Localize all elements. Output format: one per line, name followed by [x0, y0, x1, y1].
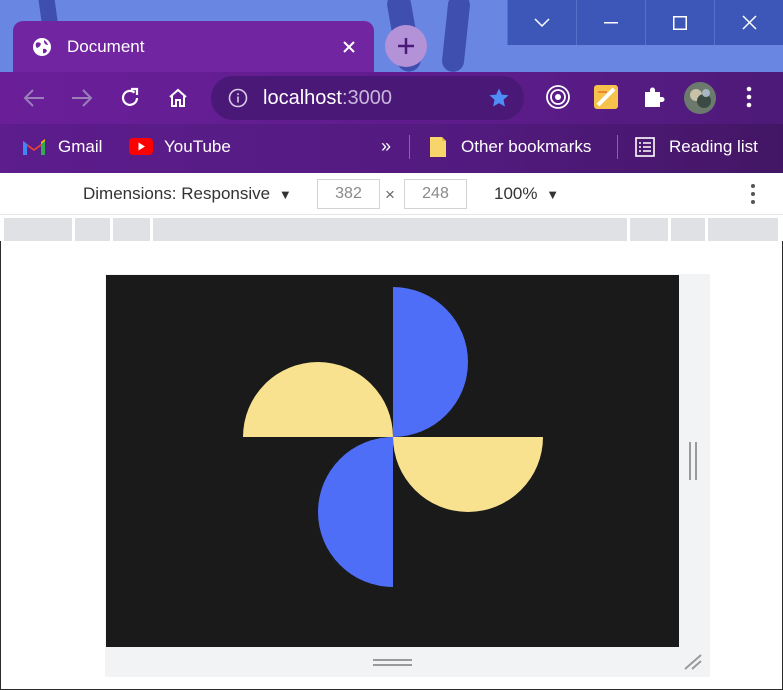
dropdown-arrow-icon: ▼: [278, 187, 292, 202]
ruler-segment[interactable]: [4, 218, 72, 241]
youtube-icon: [129, 138, 153, 155]
ruler-segment[interactable]: [153, 218, 627, 241]
times-sign: ×: [385, 185, 395, 204]
maximize-button[interactable]: [645, 0, 714, 45]
bookmark-star-icon[interactable]: [488, 87, 510, 109]
bookmark-gmail[interactable]: Gmail: [22, 124, 102, 169]
url-port: :3000: [341, 86, 392, 109]
minimize-button[interactable]: [576, 0, 645, 45]
kebab-menu-icon: [751, 184, 755, 204]
info-icon[interactable]: [228, 88, 248, 108]
kebab-menu-icon: [746, 86, 752, 108]
divider: [617, 135, 618, 159]
pinwheel-blade-bottom: [318, 437, 393, 587]
page-viewport: [106, 275, 679, 647]
back-button[interactable]: [20, 84, 48, 112]
plus-icon: [398, 38, 414, 54]
reading-list-label: Reading list: [669, 136, 758, 156]
gmail-icon: [23, 138, 45, 155]
home-icon: [169, 88, 187, 107]
other-bookmarks-label: Other bookmarks: [461, 136, 592, 156]
bookmarks-overflow-button[interactable]: »: [381, 124, 391, 169]
bookmarks-bar: Gmail YouTube » Other bookmarks Reading …: [0, 124, 783, 173]
reading-list-icon: [635, 136, 655, 157]
url-host: localhost: [263, 86, 342, 109]
dimensions-label: Dimensions: Responsive: [83, 184, 271, 203]
arrow-left-icon: [23, 89, 44, 107]
pinwheel-graphic: [243, 287, 543, 587]
broadcast-icon: [546, 85, 570, 109]
height-input[interactable]: 248: [404, 179, 467, 209]
divider: [409, 135, 410, 159]
dropdown-arrow-icon: ▼: [546, 187, 560, 202]
ruler-segment[interactable]: [708, 218, 778, 241]
other-bookmarks[interactable]: Other bookmarks: [428, 124, 591, 169]
extensions-button[interactable]: [641, 84, 667, 110]
address-bar[interactable]: localhost:3000: [211, 76, 524, 120]
pinwheel-blade-right: [393, 437, 543, 512]
folder-icon: [430, 136, 446, 157]
tab-title: Document: [67, 37, 145, 56]
close-icon: [741, 15, 757, 30]
resize-handle-bottom[interactable]: [373, 659, 412, 666]
pinwheel-blade-top: [393, 287, 468, 437]
bookmark-label: Gmail: [58, 136, 103, 156]
theme-decoration: [440, 0, 472, 72]
puzzle-icon: [645, 87, 665, 107]
notes-icon: [594, 85, 618, 109]
title-bar: Document: [0, 0, 783, 72]
resize-corner-icon[interactable]: [683, 653, 703, 671]
ruler-segment[interactable]: [75, 218, 110, 241]
avatar: [684, 82, 716, 114]
tab-search-button[interactable]: [507, 0, 576, 45]
resize-handle-right[interactable]: [689, 442, 697, 480]
globe-icon: [33, 38, 51, 56]
zoom-dropdown[interactable]: 100% ▼: [494, 184, 559, 204]
zoom-value: 100%: [494, 184, 538, 203]
media-query-ruler[interactable]: [4, 218, 780, 241]
profile-avatar[interactable]: [684, 82, 716, 114]
new-tab-button[interactable]: [385, 25, 427, 67]
close-tab-button[interactable]: [340, 38, 358, 56]
reading-list[interactable]: Reading list: [635, 124, 758, 169]
minimize-icon: [604, 21, 618, 23]
device-options-button[interactable]: [750, 183, 756, 210]
extension-broadcast[interactable]: [545, 84, 571, 110]
close-icon: [343, 41, 355, 53]
extension-notes[interactable]: [593, 84, 619, 110]
pinwheel-blade-left: [243, 362, 393, 437]
reload-icon: [121, 87, 139, 106]
browser-menu-button[interactable]: [736, 84, 762, 110]
home-button[interactable]: [164, 84, 192, 112]
dimensions-dropdown[interactable]: Dimensions: Responsive ▼: [83, 184, 292, 204]
close-window-button[interactable]: [714, 0, 783, 45]
device-toolbar: Dimensions: Responsive ▼ 382 × 248 100% …: [0, 173, 783, 215]
ruler-segment[interactable]: [630, 218, 668, 241]
bookmark-youtube[interactable]: YouTube: [129, 124, 231, 169]
chevron-down-icon: [534, 17, 550, 27]
window-controls: [507, 0, 783, 45]
arrow-right-icon: [72, 89, 93, 107]
bookmark-label: YouTube: [164, 136, 231, 156]
tab-document[interactable]: Document: [13, 21, 374, 72]
ruler-segment[interactable]: [671, 218, 705, 241]
reload-button[interactable]: [116, 84, 144, 112]
overflow-chevrons: »: [381, 136, 392, 156]
maximize-icon: [673, 15, 687, 30]
forward-button[interactable]: [68, 84, 96, 112]
width-input[interactable]: 382: [317, 179, 380, 209]
ruler-segment[interactable]: [113, 218, 150, 241]
